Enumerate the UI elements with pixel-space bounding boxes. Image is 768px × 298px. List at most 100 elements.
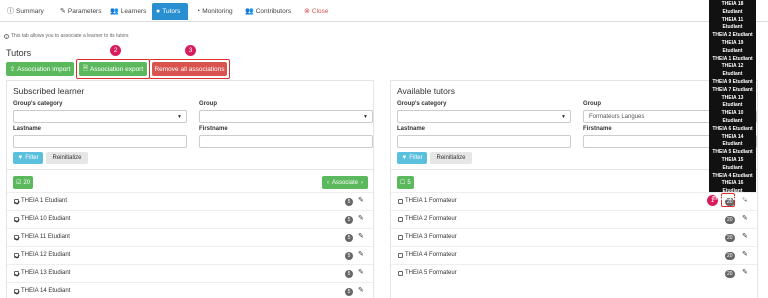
checkbox[interactable] bbox=[398, 235, 403, 240]
lastname-input[interactable] bbox=[13, 135, 187, 148]
tooltip-line: Etudiant bbox=[722, 24, 743, 31]
list-item[interactable]: THEIA 14 Etudiant 5 ✎ bbox=[7, 282, 373, 298]
selection-count-badge[interactable]: ☑ 20 bbox=[13, 176, 34, 189]
tooltip-line: THEIA 15 bbox=[721, 156, 744, 163]
checkbox[interactable] bbox=[14, 217, 19, 222]
edit-icon[interactable]: ✎ bbox=[742, 250, 748, 258]
tab-bar: ⓘ Summary ✎ Parameters 👥 Learners ● Tutors ◔… bbox=[0, 0, 768, 22]
firstname-input[interactable] bbox=[199, 135, 373, 148]
info-icon: ⓘ bbox=[7, 8, 14, 15]
edit-icon[interactable]: ✎ bbox=[358, 214, 364, 222]
list-item[interactable]: THEIA 3 Formateur 20 ✎ bbox=[391, 228, 757, 246]
users-icon: 👥 bbox=[245, 8, 254, 15]
list-item[interactable]: THEIA 1 Etudiant 5 ✎ bbox=[7, 192, 373, 210]
count-badge[interactable]: 5 bbox=[345, 252, 353, 260]
edit-icon[interactable]: ✎ bbox=[742, 232, 748, 240]
chevron-right-icon: › bbox=[361, 179, 364, 186]
tab-learners[interactable]: 👥 Learners bbox=[106, 3, 150, 20]
checkbox[interactable] bbox=[398, 217, 403, 222]
edit-icon[interactable]: ✎ bbox=[358, 232, 364, 240]
tooltip-line: Etudiant bbox=[722, 47, 743, 54]
tab-monitoring[interactable]: ◔ Monitoring bbox=[192, 3, 237, 20]
tab-parameters[interactable]: ✎ Parameters bbox=[56, 3, 105, 20]
list-item[interactable]: THEIA 4 Formateur 20 ✎ bbox=[391, 246, 757, 264]
edit-icon: ✎ bbox=[60, 8, 66, 15]
tab-contributors[interactable]: 👥 Contributors bbox=[241, 3, 295, 20]
edit-icon[interactable]: ✎ bbox=[742, 214, 748, 222]
checkbox[interactable] bbox=[398, 271, 403, 276]
available-tutors-panel: Available tutors Group's category ▼ Grou… bbox=[390, 80, 758, 298]
tooltip-line: THEIA 3 Etudiant bbox=[712, 195, 753, 202]
tooltip-line: THEIA 9 Etudiant bbox=[712, 78, 753, 85]
checkbox[interactable] bbox=[398, 199, 403, 204]
count-badge[interactable]: 5 bbox=[345, 288, 353, 296]
firstname-label: Firstname bbox=[199, 126, 228, 132]
count-badge[interactable]: 5 bbox=[345, 216, 353, 224]
list-item[interactable]: THEIA 11 Etudiant 5 ✎ bbox=[7, 228, 373, 246]
tooltip-line: THEIA 2 Etudiant bbox=[712, 32, 753, 39]
edit-icon[interactable]: ✎ bbox=[358, 268, 364, 276]
associate-button[interactable]: ‹ Associate › bbox=[322, 176, 369, 189]
edit-icon[interactable]: ✎ bbox=[358, 196, 364, 204]
filter-button[interactable]: ▼ Filter bbox=[13, 152, 43, 164]
count-badge[interactable]: 20 bbox=[725, 252, 735, 260]
filter-button[interactable]: ▼ Filter bbox=[397, 152, 427, 164]
list-item[interactable]: THEIA 13 Etudiant 5 ✎ bbox=[7, 264, 373, 282]
group-label: Group bbox=[199, 101, 217, 107]
checkbox[interactable] bbox=[14, 271, 19, 276]
count-badge[interactable]: 5 bbox=[345, 234, 353, 242]
edit-icon[interactable]: ✎ bbox=[358, 250, 364, 258]
list-item[interactable]: THEIA 2 Formateur 20 ✎ bbox=[391, 210, 757, 228]
info-text: i This tab allows you to associate a lear… bbox=[4, 33, 129, 39]
tooltip-line: THEIA 4 Etudiant bbox=[712, 172, 753, 179]
chevron-down-icon: ▼ bbox=[561, 114, 566, 120]
checkbox[interactable] bbox=[14, 289, 19, 294]
checkbox[interactable] bbox=[398, 253, 403, 258]
tooltip-line: THEIA 6 Etudiant bbox=[712, 125, 753, 132]
filter-icon: ▼ bbox=[401, 155, 408, 161]
gauge-icon: ◔ bbox=[196, 8, 201, 15]
tooltip-line: Etudiant bbox=[722, 164, 743, 171]
users-icon: 👥 bbox=[110, 8, 119, 15]
count-badge[interactable]: 20 bbox=[725, 270, 735, 278]
list-item[interactable]: THEIA 5 Formateur 20 ✎ bbox=[391, 264, 757, 282]
highlight-box bbox=[76, 59, 150, 79]
checkbox-icon: ☑ bbox=[16, 180, 22, 186]
reinitialize-button[interactable]: Reinitialize bbox=[46, 152, 88, 164]
tab-summary[interactable]: ⓘ Summary bbox=[3, 3, 48, 20]
filter-icon: ▼ bbox=[17, 155, 24, 161]
edit-icon[interactable]: ✎ bbox=[358, 286, 364, 294]
tooltip-line: Etudiant bbox=[722, 8, 743, 15]
tooltip-line: THEIA 5 Etudiant bbox=[712, 149, 753, 156]
group-category-select[interactable]: ▼ bbox=[13, 110, 187, 123]
count-badge[interactable]: 5 bbox=[345, 270, 353, 278]
checkbox[interactable] bbox=[14, 235, 19, 240]
association-import-button[interactable]: ⇪ Association import bbox=[6, 62, 74, 76]
list-item[interactable]: THEIA 1 Formateur 20 ✎ bbox=[391, 192, 757, 210]
tooltip-line: THEIA 16 bbox=[721, 180, 744, 187]
lastname-input[interactable] bbox=[397, 135, 571, 148]
group-category-select[interactable]: ▼ bbox=[397, 110, 571, 123]
list-item[interactable]: THEIA 10 Etudiant 5 ✎ bbox=[7, 210, 373, 228]
info-icon: i bbox=[4, 33, 9, 39]
group-select[interactable]: ▼ bbox=[199, 110, 373, 123]
count-badge[interactable]: 20 bbox=[725, 216, 735, 224]
tooltip-line: THEIA 11 bbox=[721, 16, 744, 23]
firstname-label: Firstname bbox=[583, 126, 612, 132]
group-label: Group bbox=[583, 101, 601, 107]
page-title: Tutors bbox=[6, 48, 32, 58]
list-item[interactable]: THEIA 12 Etudiant 5 ✎ bbox=[7, 246, 373, 264]
tooltip-line: Etudiant bbox=[722, 117, 743, 124]
checkbox[interactable] bbox=[14, 253, 19, 258]
tooltip-line: Etudiant bbox=[722, 141, 743, 148]
group-category-label: Group's category bbox=[397, 101, 447, 107]
upload-icon: ⇪ bbox=[9, 66, 16, 73]
reinitialize-button[interactable]: Reinitialize bbox=[430, 152, 472, 164]
tab-close[interactable]: ⊗ Close bbox=[300, 3, 333, 20]
count-badge[interactable]: 20 bbox=[725, 234, 735, 242]
tab-tutors[interactable]: ● Tutors bbox=[152, 3, 188, 20]
selection-count-badge[interactable]: ☐ 5 bbox=[397, 176, 414, 189]
count-badge[interactable]: 5 bbox=[345, 198, 353, 206]
checkbox[interactable] bbox=[14, 199, 19, 204]
edit-icon[interactable]: ✎ bbox=[742, 268, 748, 276]
